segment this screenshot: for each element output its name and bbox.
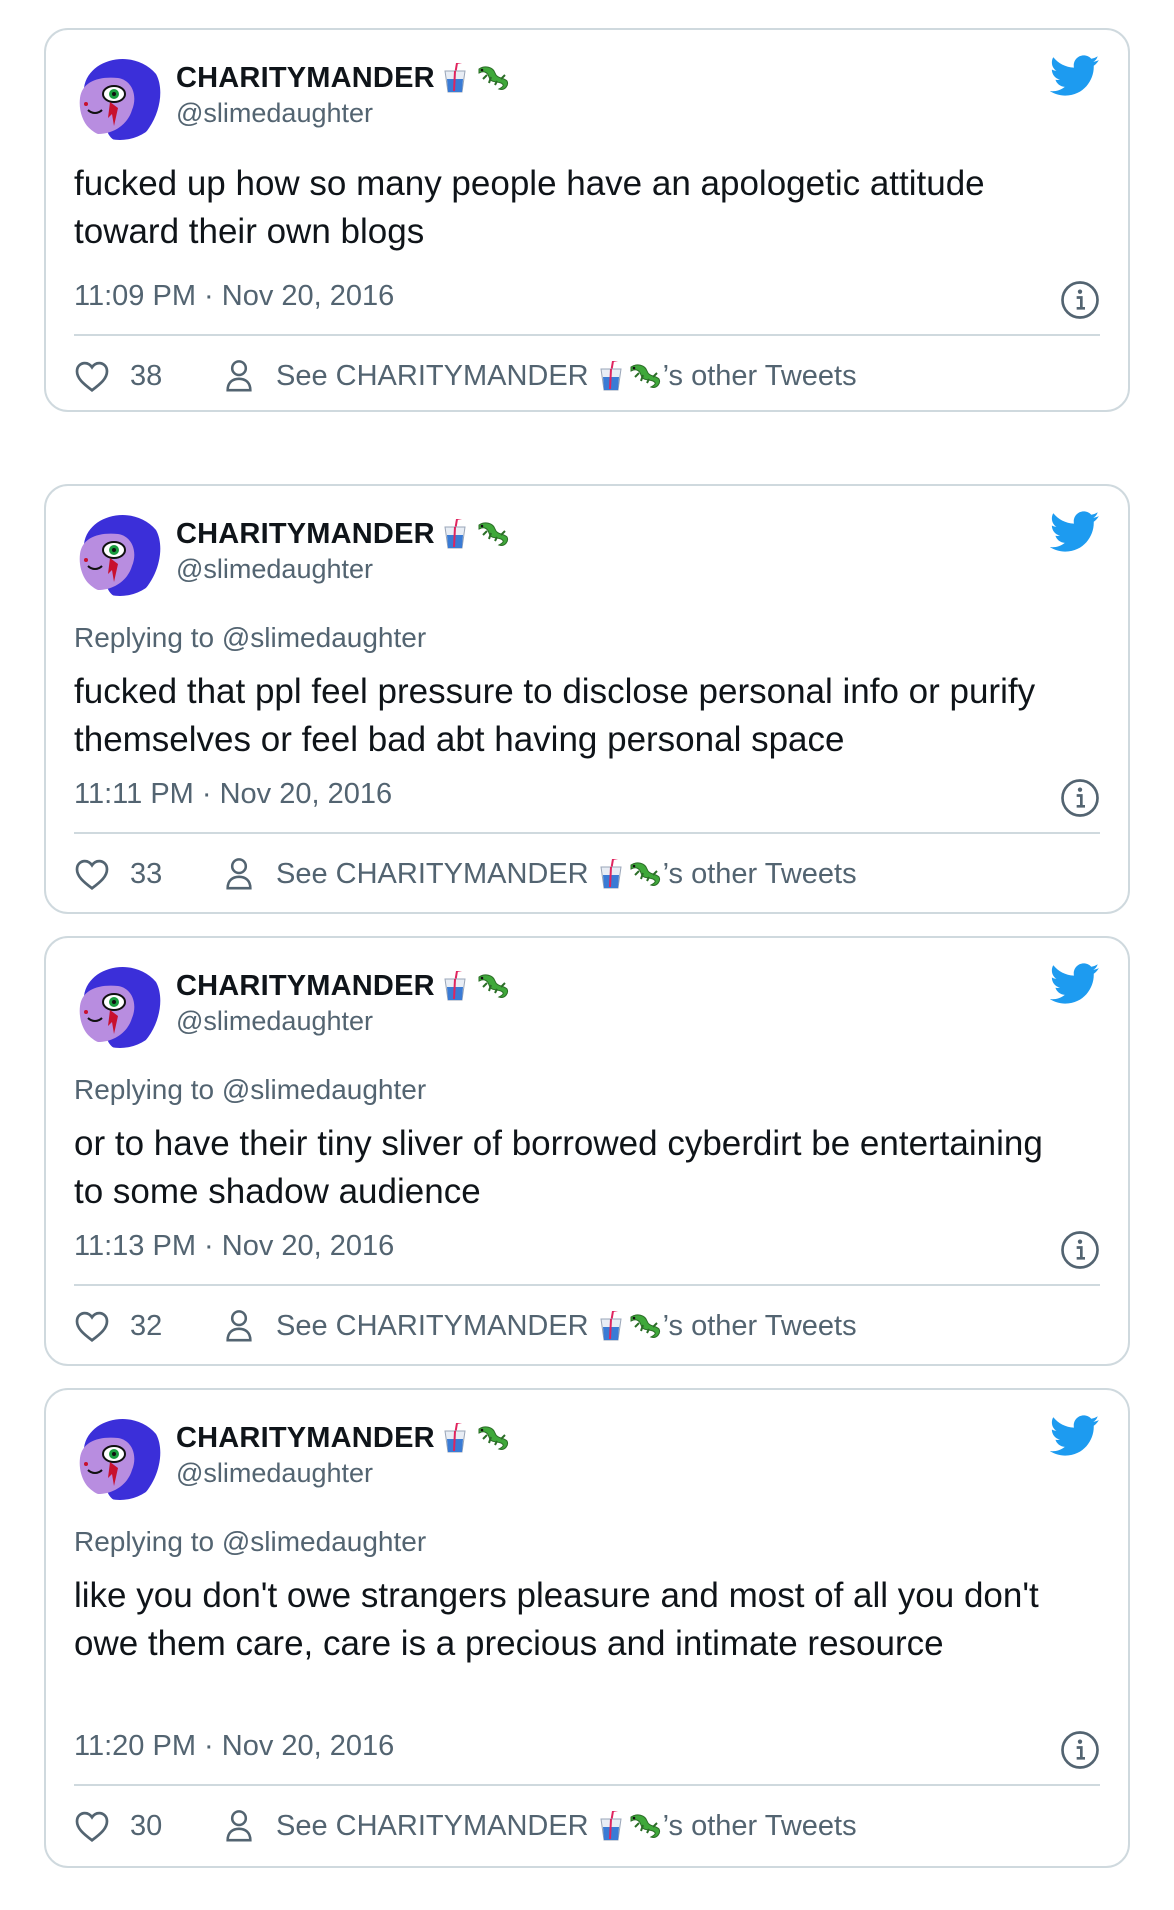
see-other-suffix: ’s other Tweets	[662, 1309, 857, 1342]
info-icon[interactable]	[1060, 778, 1100, 818]
tweet-timestamp[interactable]: 11:13 PM · Nov 20, 2016	[74, 1230, 394, 1263]
author-name[interactable]: CHARITYMANDER	[176, 1422, 435, 1455]
lizard-icon	[475, 63, 511, 93]
see-other-prefix: See CHARITYMANDER	[276, 857, 589, 890]
tweet-text: fucked that ppl feel pressure to disclos…	[74, 672, 1036, 759]
author-block[interactable]: CHARITYMANDER @slimedaughter	[176, 516, 511, 585]
author-handle[interactable]: @slimedaughter	[176, 98, 511, 129]
heart-icon[interactable]	[74, 1809, 110, 1843]
author-block[interactable]: CHARITYMANDER @slimedaughter	[176, 1420, 511, 1489]
tweet-card[interactable]: CHARITYMANDER @slimedaughter Replying to…	[44, 484, 1130, 914]
avatar[interactable]	[74, 956, 166, 1048]
cup-with-straw-icon	[599, 859, 623, 889]
person-icon	[224, 359, 254, 393]
tweet-actions: 38 See CHARITYMANDER ’s other Tweets	[74, 356, 1100, 396]
author-block[interactable]: CHARITYMANDER @slimedaughter	[176, 60, 511, 129]
lizard-icon	[475, 519, 511, 549]
author-handle[interactable]: @slimedaughter	[176, 554, 511, 585]
tweet-card[interactable]: CHARITYMANDER @slimedaughter Replying to…	[44, 936, 1130, 1366]
divider	[74, 1284, 1100, 1286]
tweet-actions: 33 See CHARITYMANDER ’s other Tweets	[74, 854, 1100, 894]
twitter-bird-icon[interactable]	[1050, 510, 1100, 554]
see-other-tweets-link[interactable]: See CHARITYMANDER ’s other Tweets	[224, 857, 857, 891]
twitter-bird-icon[interactable]	[1050, 1414, 1100, 1458]
twitter-bird-icon[interactable]	[1050, 54, 1100, 98]
person-icon	[224, 1809, 254, 1843]
see-other-prefix: See CHARITYMANDER	[276, 1309, 589, 1342]
author-handle[interactable]: @slimedaughter	[176, 1006, 511, 1037]
see-other-tweets-link[interactable]: See CHARITYMANDER ’s other Tweets	[224, 1809, 857, 1843]
divider	[74, 1784, 1100, 1786]
cup-with-straw-icon	[443, 1423, 467, 1453]
cup-with-straw-icon	[443, 519, 467, 549]
replying-to[interactable]: Replying to @slimedaughter	[74, 1526, 426, 1558]
see-other-prefix: See CHARITYMANDER	[276, 1809, 589, 1842]
like-count[interactable]: 33	[130, 858, 170, 891]
avatar[interactable]	[74, 48, 166, 140]
avatar[interactable]	[74, 1408, 166, 1500]
twitter-bird-icon[interactable]	[1050, 962, 1100, 1006]
info-icon[interactable]	[1060, 1730, 1100, 1770]
author-name[interactable]: CHARITYMANDER	[176, 62, 435, 95]
tweet-actions: 30 See CHARITYMANDER ’s other Tweets	[74, 1806, 1100, 1846]
divider	[74, 334, 1100, 336]
lizard-icon	[475, 1423, 511, 1453]
tweet-text: or to have their tiny sliver of borrowed…	[74, 1124, 1043, 1211]
avatar[interactable]	[74, 504, 166, 596]
lizard-icon	[627, 1811, 663, 1841]
tweet-timestamp[interactable]: 11:20 PM · Nov 20, 2016	[74, 1730, 394, 1763]
divider	[74, 832, 1100, 834]
heart-icon[interactable]	[74, 1309, 110, 1343]
heart-icon[interactable]	[74, 359, 110, 393]
author-name[interactable]: CHARITYMANDER	[176, 970, 435, 1003]
tweet-actions: 32 See CHARITYMANDER ’s other Tweets	[74, 1306, 1100, 1346]
cup-with-straw-icon	[599, 361, 623, 391]
info-icon[interactable]	[1060, 1230, 1100, 1270]
person-icon	[224, 1309, 254, 1343]
cup-with-straw-icon	[443, 971, 467, 1001]
like-count[interactable]: 30	[130, 1810, 170, 1843]
see-other-tweets-link[interactable]: See CHARITYMANDER ’s other Tweets	[224, 1309, 857, 1343]
cup-with-straw-icon	[599, 1311, 623, 1341]
see-other-suffix: ’s other Tweets	[662, 857, 857, 890]
tweet-timestamp[interactable]: 11:09 PM · Nov 20, 2016	[74, 280, 394, 313]
cup-with-straw-icon	[599, 1811, 623, 1841]
replying-to[interactable]: Replying to @slimedaughter	[74, 1074, 426, 1106]
see-other-suffix: ’s other Tweets	[662, 1809, 857, 1842]
tweet-timestamp[interactable]: 11:11 PM · Nov 20, 2016	[74, 778, 392, 811]
see-other-prefix: See CHARITYMANDER	[276, 359, 589, 392]
replying-to[interactable]: Replying to @slimedaughter	[74, 622, 426, 654]
lizard-icon	[627, 859, 663, 889]
like-count[interactable]: 38	[130, 360, 170, 393]
author-handle[interactable]: @slimedaughter	[176, 1458, 511, 1489]
tweet-text: fucked up how so many people have an apo…	[74, 164, 985, 251]
author-name[interactable]: CHARITYMANDER	[176, 518, 435, 551]
tweet-text: like you don't owe strangers pleasure an…	[74, 1576, 1039, 1663]
tweet-card[interactable]: CHARITYMANDER @slimedaughter Replying to…	[44, 1388, 1130, 1868]
lizard-icon	[627, 361, 663, 391]
cup-with-straw-icon	[443, 63, 467, 93]
lizard-icon	[475, 971, 511, 1001]
info-icon[interactable]	[1060, 280, 1100, 320]
heart-icon[interactable]	[74, 857, 110, 891]
see-other-tweets-link[interactable]: See CHARITYMANDER ’s other Tweets	[224, 359, 857, 393]
person-icon	[224, 857, 254, 891]
like-count[interactable]: 32	[130, 1310, 170, 1343]
lizard-icon	[627, 1311, 663, 1341]
author-block[interactable]: CHARITYMANDER @slimedaughter	[176, 968, 511, 1037]
tweet-card[interactable]: CHARITYMANDER @slimedaughter fucked up h…	[44, 28, 1130, 412]
see-other-suffix: ’s other Tweets	[662, 359, 857, 392]
